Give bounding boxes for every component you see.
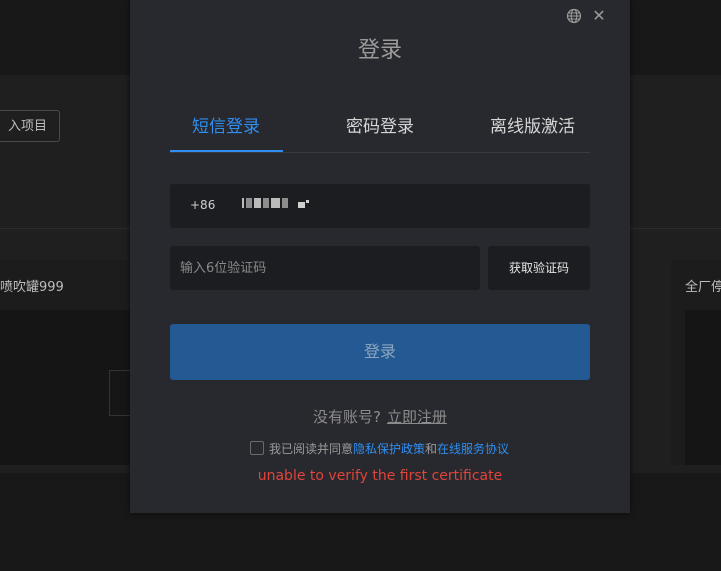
close-icon[interactable]: ✕ — [592, 7, 606, 25]
login-button[interactable]: 登录 — [170, 324, 590, 380]
project-card-title: 全厂停 — [685, 280, 721, 295]
verification-code-input[interactable] — [170, 246, 480, 290]
masked-digits-icon — [298, 200, 309, 208]
agreement-checkbox[interactable] — [250, 441, 264, 455]
login-dialog: ✕ 登录 短信登录 密码登录 离线版激活 +86 获取验证码 登录 没有账号? 立… — [130, 0, 630, 513]
error-message: unable to verify the first certificate — [257, 468, 503, 484]
project-card-title: 喷吹罐999 — [0, 280, 64, 295]
globe-icon[interactable] — [566, 8, 582, 24]
dialog-title: 登录 — [357, 38, 402, 63]
register-link[interactable]: 立即注册 — [387, 408, 447, 426]
phone-number-field[interactable]: +86 — [170, 184, 590, 228]
active-tab-indicator — [170, 150, 283, 152]
agreement-and: 和 — [425, 442, 438, 456]
agreement-prefix: 我已阅读并同意 — [269, 442, 354, 456]
country-code[interactable]: +86 — [190, 198, 215, 212]
masked-phone-number — [242, 196, 290, 210]
agreement-text: 我已阅读并同意隐私保护政策和在线服务协议 — [269, 440, 509, 457]
get-code-button[interactable]: 获取验证码 — [488, 246, 590, 290]
service-agreement-link[interactable]: 在线服务协议 — [437, 442, 509, 456]
login-tabs: 短信登录 密码登录 离线版激活 — [170, 100, 590, 153]
tab-password-login[interactable]: 密码登录 — [346, 112, 414, 137]
register-prompt-text: 没有账号? — [313, 408, 381, 426]
privacy-policy-link[interactable]: 隐私保护政策 — [353, 442, 425, 456]
register-prompt: 没有账号? 立即注册 — [130, 406, 630, 427]
project-card-preview — [685, 310, 721, 465]
import-project-button[interactable]: 入项目 — [0, 110, 60, 142]
tab-sms-login[interactable]: 短信登录 — [192, 112, 260, 137]
tab-offline-activation[interactable]: 离线版激活 — [490, 112, 575, 137]
